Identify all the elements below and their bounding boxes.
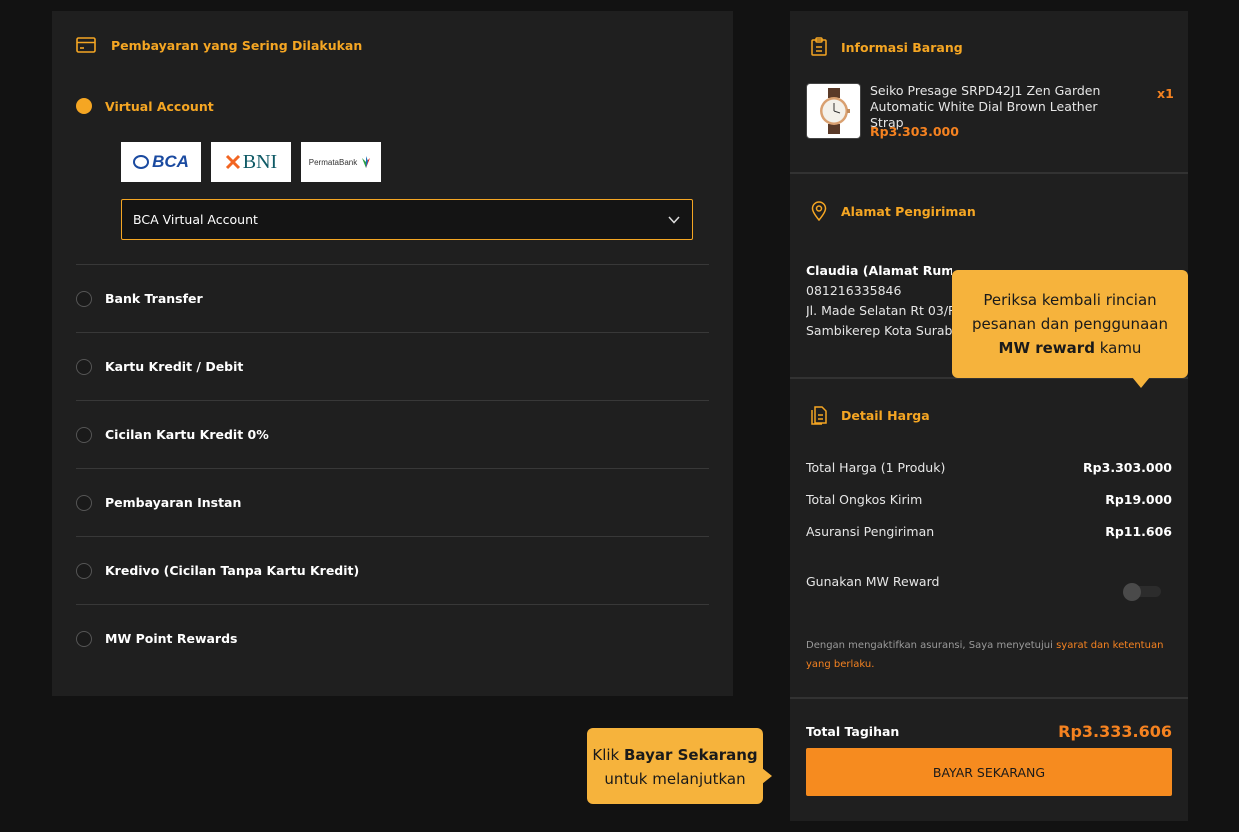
pay-tooltip: Klik Bayar Sekarang untuk melanjutkan xyxy=(587,728,772,804)
radio-unselected[interactable] xyxy=(76,562,92,579)
mw-reward-toggle[interactable] xyxy=(1123,583,1161,601)
price-value: Rp3.303.000 xyxy=(1083,460,1172,475)
tooltip-line: untuk melanjutkan xyxy=(604,770,746,788)
bank-options: BCA BNI PermataBank xyxy=(121,142,381,182)
order-summary-panel: Informasi Barang Seiko Presage SRPD42J1 … xyxy=(790,11,1188,821)
method-label: Cicilan Kartu Kredit 0% xyxy=(105,427,269,442)
radio-unselected[interactable] xyxy=(76,290,92,307)
method-label: Kartu Kredit / Debit xyxy=(105,359,244,374)
price-detail-header: Detail Harga xyxy=(810,405,930,425)
price-label: Total Harga (1 Produk) xyxy=(806,460,946,475)
bank-select-dropdown[interactable]: BCA Virtual Account xyxy=(121,199,693,240)
price-row-subtotal: Total Harga (1 Produk) Rp3.303.000 xyxy=(806,460,1172,475)
reward-row: Gunakan MW Reward xyxy=(806,574,1172,589)
method-mw-point-rewards[interactable]: MW Point Rewards xyxy=(76,604,709,672)
item-info-header: Informasi Barang xyxy=(810,37,963,57)
price-label: Total Ongkos Kirim xyxy=(806,492,923,507)
method-bank-transfer[interactable]: Bank Transfer xyxy=(76,264,709,332)
tooltip-line: Periksa kembali rincian xyxy=(983,291,1157,309)
shipping-address: Claudia (Alamat Rumah) 081216335846 Jl. … xyxy=(806,261,952,341)
insurance-terms: Dengan mengaktifkan asuransi, Saya menye… xyxy=(806,636,1176,674)
address-line-1: Jl. Made Selatan Rt 03/RW xyxy=(806,303,952,318)
tooltip-bold: MW reward xyxy=(998,339,1095,357)
terms-text: Dengan mengaktifkan asuransi, Saya menye… xyxy=(806,640,1057,651)
tooltip-line: pesanan dan penggunaan xyxy=(972,315,1168,333)
price-value: Rp11.606 xyxy=(1105,524,1172,539)
bni-logo-text: BNI xyxy=(242,150,278,173)
recipient-name: Claudia (Alamat Rumah) xyxy=(806,263,952,278)
review-tooltip: Periksa kembali rincian pesanan dan peng… xyxy=(952,270,1188,388)
watch-image-icon xyxy=(819,88,850,134)
radio-unselected[interactable] xyxy=(76,426,92,443)
total-value: Rp3.333.606 xyxy=(1058,722,1172,741)
tooltip-line: MW reward kamu xyxy=(952,336,1188,360)
receipt-document-icon xyxy=(811,406,827,425)
shipping-header: Alamat Pengiriman xyxy=(810,201,976,221)
bca-mark-icon xyxy=(133,155,150,169)
package-list-icon xyxy=(811,37,827,56)
permata-logo-text: PermataBank xyxy=(308,157,358,167)
price-detail-title: Detail Harga xyxy=(841,407,930,423)
payment-header: Pembayaran yang Sering Dilakukan xyxy=(76,37,362,53)
bank-bca-button[interactable]: BCA xyxy=(121,142,201,182)
tooltip-prefix: Klik xyxy=(592,746,624,764)
pay-now-button[interactable]: BAYAR SEKARANG xyxy=(806,748,1172,796)
location-pin-icon xyxy=(811,201,827,221)
radio-selected[interactable] xyxy=(76,98,92,114)
shipping-title: Alamat Pengiriman xyxy=(841,203,976,219)
total-row: Total Tagihan Rp3.333.606 xyxy=(806,722,1172,741)
bank-bni-button[interactable]: BNI xyxy=(211,142,291,182)
product-price: Rp3.303.000 xyxy=(870,124,959,139)
method-virtual-account[interactable]: Virtual Account xyxy=(76,98,214,114)
price-value: Rp19.000 xyxy=(1105,492,1172,507)
tooltip-arrow xyxy=(1132,377,1150,388)
method-installment-0[interactable]: Cicilan Kartu Kredit 0% xyxy=(76,400,709,468)
method-label: Pembayaran Instan xyxy=(105,495,242,510)
method-kredivo[interactable]: Kredivo (Cicilan Tanpa Kartu Kredit) xyxy=(76,536,709,604)
bni-logo: BNI xyxy=(225,151,277,174)
tooltip-arrow xyxy=(762,768,772,784)
product-quantity: x1 xyxy=(1157,86,1174,101)
chevron-down-icon xyxy=(668,215,680,224)
tooltip-bold: Bayar Sekarang xyxy=(624,746,758,764)
radio-unselected[interactable] xyxy=(76,358,92,375)
bni-mark-icon xyxy=(225,154,240,170)
bca-logo: BCA xyxy=(133,152,189,172)
method-instant-payment[interactable]: Pembayaran Instan xyxy=(76,468,709,536)
permata-leaf-icon xyxy=(362,156,371,168)
address-line-2: Sambikerep Kota Surabaya xyxy=(806,323,952,338)
radio-unselected[interactable] xyxy=(76,494,92,511)
toggle-knob[interactable] xyxy=(1123,583,1141,601)
total-label: Total Tagihan xyxy=(806,724,900,739)
price-row-shipping: Total Ongkos Kirim Rp19.000 xyxy=(806,492,1172,507)
radio-unselected[interactable] xyxy=(76,630,92,647)
method-label: Bank Transfer xyxy=(105,291,203,306)
method-label: MW Point Rewards xyxy=(105,631,238,646)
bca-logo-text: BCA xyxy=(152,152,189,171)
method-credit-debit-card[interactable]: Kartu Kredit / Debit xyxy=(76,332,709,400)
method-label: Kredivo (Cicilan Tanpa Kartu Kredit) xyxy=(105,563,360,578)
tooltip-tail: kamu xyxy=(1094,339,1142,357)
payment-method-list: Bank Transfer Kartu Kredit / Debit Cicil… xyxy=(76,264,709,672)
price-row-insurance: Asuransi Pengiriman Rp11.606 xyxy=(806,524,1172,539)
tooltip-line: Klik Bayar Sekarang xyxy=(587,743,763,767)
method-label: Virtual Account xyxy=(105,98,214,114)
recipient-phone: 081216335846 xyxy=(806,283,902,298)
product-thumbnail[interactable] xyxy=(806,83,861,139)
bank-select-value: BCA Virtual Account xyxy=(133,212,258,227)
item-info-title: Informasi Barang xyxy=(841,39,963,55)
permata-logo: PermataBank xyxy=(309,155,373,169)
price-label: Asuransi Pengiriman xyxy=(806,524,935,539)
payment-panel: Pembayaran yang Sering Dilakukan Virtual… xyxy=(52,11,733,696)
bank-permata-button[interactable]: PermataBank xyxy=(301,142,381,182)
credit-card-icon xyxy=(76,37,96,53)
reward-label: Gunakan MW Reward xyxy=(806,574,940,589)
payment-header-title: Pembayaran yang Sering Dilakukan xyxy=(111,37,363,53)
